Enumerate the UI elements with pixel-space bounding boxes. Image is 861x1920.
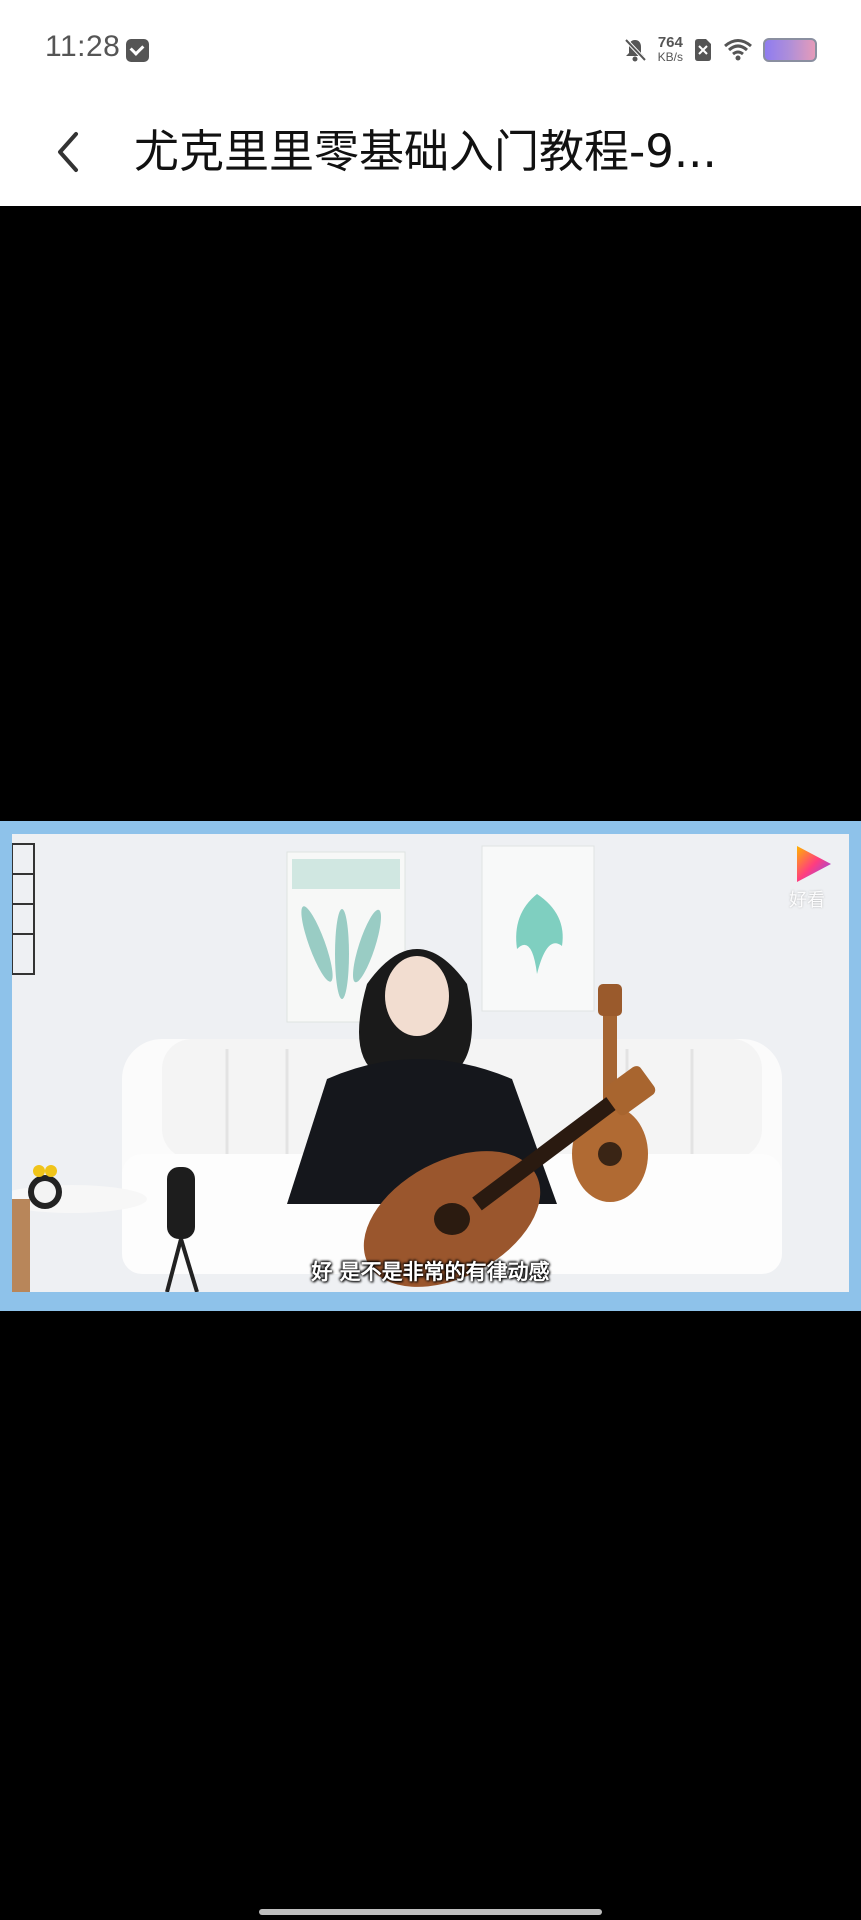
back-arrow-icon[interactable] [44,122,104,182]
page-title: 尤克里里零基础入门教程-9... [134,125,717,178]
video-player[interactable]: 好看 好 是不是非常的有律动感 [0,206,861,1920]
network-speed-value: 764 [657,34,683,51]
status-time: 11:28 [45,30,121,63]
status-icons: 764 KB/s [622,32,817,68]
network-speed: 764 KB/s [657,34,683,64]
video-frame[interactable]: 好看 好 是不是非常的有律动感 [0,821,861,1311]
home-indicator[interactable] [259,1909,602,1915]
video-watermark: 好看 [777,840,837,912]
mail-icon [126,39,149,62]
battery-icon [763,38,817,62]
video-subtitle: 好 是不是非常的有律动感 [311,1260,550,1284]
network-speed-unit: KB/s [657,50,683,64]
watermark-label: 好看 [789,890,825,911]
mute-icon [622,37,648,63]
wifi-icon [723,38,753,62]
status-bar: 11:28 764 KB/s [0,0,861,100]
top-app-bar: 尤克里里零基础入门教程-9... [0,100,861,206]
video-content[interactable]: 好看 好 是不是非常的有律动感 [12,834,849,1292]
sim-off-icon [693,38,713,62]
video-scene-illustration [12,834,849,1292]
